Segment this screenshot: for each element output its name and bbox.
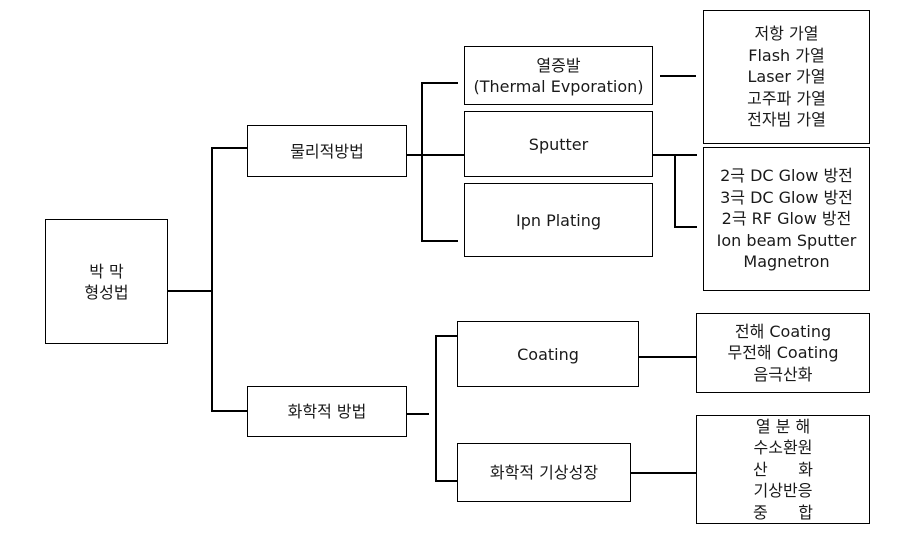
connector-line	[435, 480, 457, 482]
connector-line	[421, 82, 423, 241]
node-thermal-evaporation: 열증발 (Thermal Evporation)	[464, 46, 653, 105]
list-item: 전해 Coating	[734, 321, 832, 341]
list-item: 음극산화	[753, 364, 813, 384]
list-item: Ion beam Sputter	[716, 230, 857, 250]
list-cvd-methods: 열 분 해 수소환원 산 화 기상반응 중 합	[696, 415, 870, 524]
list-item: 수소환원	[753, 438, 813, 458]
cvd-label: 화학적 기상성장	[489, 463, 599, 482]
list-item: 중 합	[753, 502, 813, 522]
list-item: 전자빔 가열	[747, 110, 826, 130]
list-item: 저항 가열	[754, 24, 819, 44]
connector-line	[435, 335, 437, 481]
connector-line	[406, 154, 464, 156]
chemical-label: 화학적 방법	[287, 402, 367, 421]
list-thermal-methods: 저항 가열 Flash 가열 Laser 가열 고주파 가열 전자빔 가열	[703, 10, 870, 144]
connector-line	[630, 472, 696, 474]
thermal-line-1: 열증발	[536, 55, 581, 75]
list-item: 기상반응	[753, 481, 813, 501]
connector-line	[435, 335, 457, 337]
connector-line	[674, 226, 697, 228]
coating-label: Coating	[517, 344, 579, 364]
list-sputter-methods: 2극 DC Glow 방전 3극 DC Glow 방전 2극 RF Glow 방…	[703, 147, 870, 291]
list-item: 2극 RF Glow 방전	[721, 209, 852, 229]
connector-line	[421, 82, 458, 84]
physical-label: 물리적방법	[290, 141, 364, 161]
connector-line	[211, 410, 247, 412]
list-item: Laser 가열	[747, 67, 826, 87]
list-item: 2극 DC Glow 방전	[720, 166, 853, 186]
connector-line	[660, 75, 696, 77]
connector-line	[406, 413, 429, 415]
sputter-label: Sputter	[528, 134, 589, 154]
connector-line	[167, 290, 212, 292]
node-chemical-vapor-deposition: 화학적 기상성장	[457, 443, 631, 502]
node-ion-plating: Ipn Plating	[464, 183, 653, 257]
root-line-2: 형성법	[84, 282, 129, 302]
list-item: Flash 가열	[748, 45, 825, 65]
list-coating-methods: 전해 Coating 무전해 Coating 음극산화	[696, 313, 870, 393]
node-physical-method: 물리적방법	[247, 125, 407, 177]
connector-line	[674, 154, 676, 227]
list-item: 산 화	[753, 459, 813, 479]
list-item: 열 분 해	[755, 416, 811, 436]
node-chemical-method: 화학적 방법	[247, 386, 407, 437]
connector-line	[421, 240, 458, 242]
ion-plating-label: Ipn Plating	[515, 210, 601, 230]
list-item: 3극 DC Glow 방전	[720, 187, 853, 207]
list-item: 무전해 Coating	[727, 343, 839, 363]
thermal-line-2: (Thermal Evporation)	[473, 76, 644, 96]
node-coating: Coating	[457, 321, 639, 387]
root-line-1: 박 막	[89, 261, 124, 281]
connector-line	[638, 356, 696, 358]
connector-line	[211, 147, 247, 149]
list-item: Magnetron	[743, 252, 830, 272]
node-sputter: Sputter	[464, 111, 653, 177]
list-item: 고주파 가열	[747, 88, 826, 108]
root-node-thin-film-formation: 박 막 형성법	[45, 219, 168, 344]
connector-line	[211, 147, 213, 411]
